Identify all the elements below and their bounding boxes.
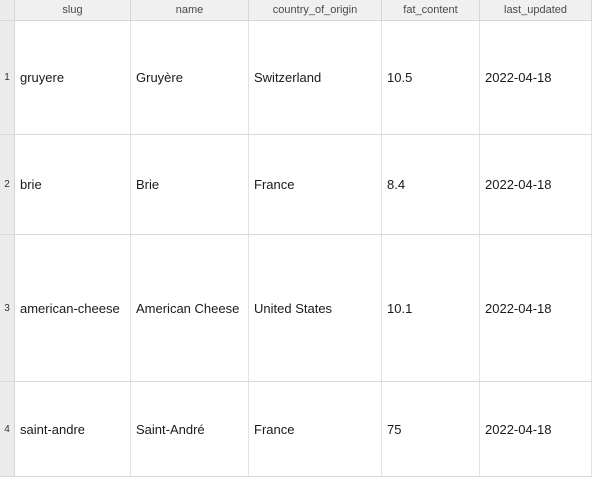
row-number[interactable]: 2 (0, 135, 15, 234)
cell-last-updated[interactable]: 2022-04-18 (480, 21, 592, 134)
column-header-country-of-origin[interactable]: country_of_origin (249, 0, 382, 20)
data-grid: slug name country_of_origin fat_content … (0, 0, 592, 477)
cell-slug[interactable]: gruyere (15, 21, 131, 134)
row-number[interactable]: 4 (0, 382, 15, 476)
row-number[interactable]: 3 (0, 235, 15, 381)
cell-slug[interactable]: saint-andre (15, 382, 131, 476)
table-row[interactable]: 3 american-cheese American Cheese United… (0, 235, 592, 382)
row-number[interactable]: 1 (0, 21, 15, 134)
cell-slug[interactable]: brie (15, 135, 131, 234)
cell-fat-content[interactable]: 10.1 (382, 235, 480, 381)
cell-slug[interactable]: american-cheese (15, 235, 131, 381)
cell-last-updated[interactable]: 2022-04-18 (480, 382, 592, 476)
cell-name[interactable]: Brie (131, 135, 249, 234)
cell-fat-content[interactable]: 75 (382, 382, 480, 476)
cell-country-of-origin[interactable]: Switzerland (249, 21, 382, 134)
cell-name[interactable]: Saint-André (131, 382, 249, 476)
table-row[interactable]: 2 brie Brie France 8.4 2022-04-18 (0, 135, 592, 235)
header-corner[interactable] (0, 0, 15, 20)
table-row[interactable]: 1 gruyere Gruyère Switzerland 10.5 2022-… (0, 21, 592, 135)
cell-fat-content[interactable]: 10.5 (382, 21, 480, 134)
cell-country-of-origin[interactable]: France (249, 135, 382, 234)
column-header-row: slug name country_of_origin fat_content … (0, 0, 592, 21)
table-row[interactable]: 4 saint-andre Saint-André France 75 2022… (0, 382, 592, 477)
cell-country-of-origin[interactable]: United States (249, 235, 382, 381)
cell-last-updated[interactable]: 2022-04-18 (480, 235, 592, 381)
column-header-fat-content[interactable]: fat_content (382, 0, 480, 20)
cell-country-of-origin[interactable]: France (249, 382, 382, 476)
cell-last-updated[interactable]: 2022-04-18 (480, 135, 592, 234)
column-header-name[interactable]: name (131, 0, 249, 20)
cell-fat-content[interactable]: 8.4 (382, 135, 480, 234)
cell-name[interactable]: American Cheese (131, 235, 249, 381)
column-header-last-updated[interactable]: last_updated (480, 0, 592, 20)
cell-name[interactable]: Gruyère (131, 21, 249, 134)
column-header-slug[interactable]: slug (15, 0, 131, 20)
